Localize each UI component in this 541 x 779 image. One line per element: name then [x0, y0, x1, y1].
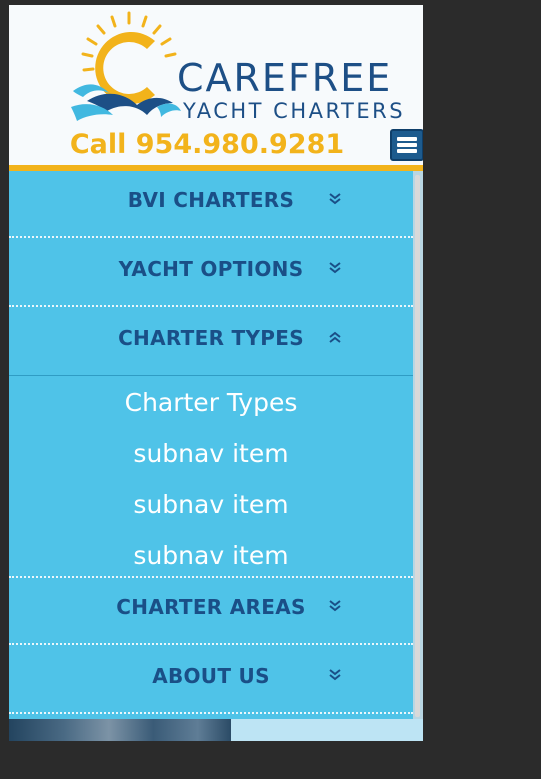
brand-subtitle: YACHT CHARTERS	[183, 99, 406, 123]
nav-item-charter-areas[interactable]: CHARTER AREAS	[9, 578, 413, 645]
nav-item-charter-types[interactable]: CHARTER TYPES	[9, 309, 413, 376]
nav-item-label: ABOUT US	[152, 664, 270, 688]
subnav-item[interactable]: subnav item	[9, 428, 413, 479]
mobile-viewport: CAREFREE YACHT CHARTERS Call 954.980.928…	[9, 5, 423, 741]
hamburger-menu-icon[interactable]	[390, 129, 423, 161]
subnav-item-charter-types[interactable]: Charter Types	[9, 377, 413, 428]
subnav-item[interactable]: subnav item	[9, 479, 413, 530]
site-header: CAREFREE YACHT CHARTERS Call 954.980.928…	[9, 5, 423, 165]
menu-bar	[397, 149, 417, 153]
nav-item-label: YACHT OPTIONS	[118, 257, 304, 281]
subnav-item[interactable]: subnav item	[9, 530, 413, 581]
nav-item-label: BVI CHARTERS	[127, 188, 295, 212]
nav-item-label: CHARTER AREAS	[116, 595, 306, 619]
menu-bar	[397, 137, 417, 141]
chevron-double-down-icon[interactable]	[328, 599, 342, 613]
nav-item-yacht-options[interactable]: YACHT OPTIONS	[9, 240, 413, 307]
chevron-double-up-icon[interactable]	[328, 330, 342, 344]
nav-item-bvi-charters[interactable]: BVI CHARTERS	[9, 171, 413, 238]
phone-call-link[interactable]: Call 954.980.9281	[9, 128, 414, 162]
chevron-double-down-icon[interactable]	[328, 192, 342, 206]
hero-image	[9, 719, 231, 741]
chevron-double-down-icon[interactable]	[328, 668, 342, 682]
menu-bar	[397, 143, 417, 147]
mobile-nav-menu: BVI CHARTERS YACHT OPTIONS CHARTER TYPES…	[9, 171, 413, 719]
brand-name: CAREFREE	[177, 56, 393, 100]
nav-scrollbar-thumb[interactable]	[415, 175, 420, 717]
nav-item-label: CHARTER TYPES	[118, 326, 304, 350]
nav-item-about-us[interactable]: ABOUT US	[9, 647, 413, 714]
chevron-double-down-icon[interactable]	[328, 261, 342, 275]
